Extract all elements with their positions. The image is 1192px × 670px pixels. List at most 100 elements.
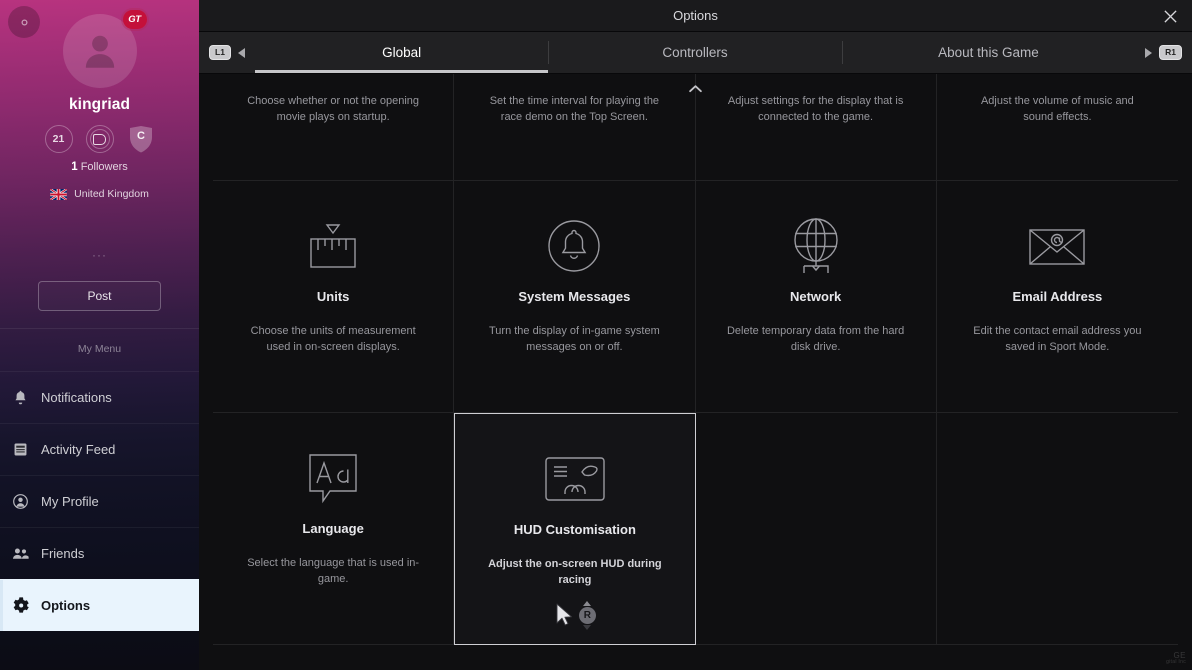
country-label: United Kingdom: [74, 188, 149, 200]
tile-description: Adjust settings for the display that is …: [727, 95, 904, 123]
tile-title: HUD Customisation: [513, 522, 636, 537]
tile-description: Choose whether or not the opening movie …: [247, 95, 420, 123]
tile-display-settings[interactable]: Adjust settings for the display that is …: [695, 74, 937, 181]
avatar-wrap: GT: [0, 10, 199, 88]
hud-screen-icon: [543, 440, 607, 518]
left-shoulder-hint[interactable]: L1: [199, 32, 255, 73]
tab-controllers[interactable]: Controllers: [548, 32, 841, 73]
tile-description: Select the language that is used in-game…: [247, 557, 420, 585]
followers-label: Followers: [80, 161, 128, 173]
feed-icon: [12, 441, 29, 458]
sidebar: GT kingriad 21 C 1 Followers United King…: [0, 0, 199, 670]
bell-circle-glyph: [548, 220, 601, 272]
tile-empty-1: [695, 413, 937, 645]
main-panel: Options L1 Global Controllers About this…: [199, 0, 1192, 670]
followers: 1 Followers: [0, 161, 199, 173]
sidebar-divider: [0, 328, 199, 329]
tile-title: System Messages: [518, 289, 631, 304]
close-icon[interactable]: [1148, 0, 1192, 32]
tile-system-messages[interactable]: System Messages Turn the display of in-g…: [454, 181, 696, 413]
cursor-scroll-hint: R: [554, 600, 596, 630]
sidebar-item-label: My Profile: [41, 494, 99, 509]
sportsmanship-rating-value: C: [137, 130, 145, 142]
tile-title: Units: [316, 289, 350, 304]
tile-race-demo[interactable]: Set the time interval for playing the ra…: [454, 74, 696, 181]
speech-bubble-aa-icon: [302, 439, 364, 517]
next-tab-arrow-icon[interactable]: [1145, 47, 1153, 58]
tile-description: Adjust the on-screen HUD during racing: [488, 558, 662, 586]
friends-icon: [12, 545, 29, 562]
gear-icon: [12, 597, 29, 614]
followers-count: 1: [71, 161, 78, 173]
speech-bubble-aa-glyph: [309, 454, 357, 504]
prev-tab-arrow-icon[interactable]: [237, 47, 245, 58]
options-grid-area: Choose whether or not the opening movie …: [199, 74, 1192, 670]
tile-title: Language: [302, 521, 364, 536]
bell-icon: [12, 389, 29, 406]
avatar[interactable]: GT: [62, 10, 147, 88]
ruler-glyph: [310, 224, 356, 268]
tile-hud-customisation[interactable]: HUD Customisation Adjust the on-screen H…: [454, 413, 696, 645]
tile-language[interactable]: Language Select the language that is use…: [213, 413, 455, 645]
sidebar-item-activity-feed[interactable]: Activity Feed: [0, 423, 199, 475]
r-stick-label: R: [578, 606, 596, 624]
globe-network-glyph: [793, 218, 838, 273]
tile-description: Adjust the volume of music and sound eff…: [980, 95, 1134, 123]
sidebar-item-label: Activity Feed: [41, 442, 116, 457]
options-screen: GT kingriad 21 C 1 Followers United King…: [0, 0, 1192, 670]
tile-units[interactable]: Units Choose the units of measurement us…: [213, 181, 455, 413]
tab-global[interactable]: Global: [254, 32, 549, 73]
tabs: Global Controllers About this Game: [254, 32, 1135, 73]
hud-screen-glyph: [545, 457, 605, 501]
options-grid: Choose whether or not the opening movie …: [213, 74, 1178, 670]
more-dots[interactable]: ···: [0, 248, 199, 262]
envelope-at-icon: [1026, 207, 1088, 285]
sidebar-item-notifications[interactable]: Notifications: [0, 371, 199, 423]
profile-icon: [12, 493, 29, 510]
sidebar-item-my-profile[interactable]: My Profile: [0, 475, 199, 527]
scroll-wheel-indicator[interactable]: R: [578, 600, 596, 630]
level-badge-value: 21: [52, 133, 65, 145]
tile-description: Set the time interval for playing the ra…: [489, 95, 660, 123]
tabbar: L1 Global Controllers About this Game R1: [199, 32, 1192, 74]
uk-flag-icon: [50, 188, 68, 200]
tab-label: About this Game: [938, 45, 1039, 60]
scroll-up-caret-icon: [583, 600, 592, 606]
sidebar-item-friends[interactable]: Friends: [0, 527, 199, 579]
sportsmanship-rating-badge[interactable]: C: [127, 124, 155, 154]
tile-description: Edit the contact email address you saved…: [973, 325, 1142, 353]
bell-circle-icon: [545, 207, 603, 285]
sidebar-item-options[interactable]: Options: [0, 579, 199, 631]
tile-email-address[interactable]: Email Address Edit the contact email add…: [936, 181, 1178, 413]
sidebar-nav: Notifications Activity Feed My Profile F…: [0, 371, 199, 631]
mouse-cursor-icon: [556, 603, 572, 626]
tile-description: Delete temporary data from the hard disk…: [726, 325, 905, 353]
tile-empty-2: [936, 413, 1178, 645]
tile-description: Choose the units of measurement used in …: [250, 325, 416, 353]
tile-description: Turn the display of in-game system messa…: [488, 325, 660, 353]
close-glyph: [1163, 9, 1177, 23]
driver-rating-glyph: [93, 133, 106, 145]
tile-volume-settings[interactable]: Adjust the volume of music and sound eff…: [936, 74, 1178, 181]
level-badge[interactable]: 21: [44, 125, 73, 153]
username: kingriad: [68, 96, 131, 113]
sidebar-item-label: Options: [41, 598, 91, 613]
tile-title: Email Address: [1012, 289, 1103, 304]
l1-button-icon: L1: [209, 45, 231, 60]
tile-opening-movie[interactable]: Choose whether or not the opening movie …: [213, 74, 455, 181]
country: United Kingdom: [0, 188, 199, 200]
globe-network-icon: [787, 207, 845, 285]
tab-label: Global: [382, 45, 422, 60]
gt-badge: GT: [122, 10, 147, 29]
ruler-icon: [305, 207, 361, 285]
post-button[interactable]: Post: [38, 281, 161, 311]
rating-badges: 21 C: [0, 124, 199, 154]
sidebar-item-label: Notifications: [41, 390, 112, 405]
driver-rating-badge[interactable]: [85, 125, 114, 153]
sidebar-item-label: Friends: [41, 546, 85, 561]
tab-about-this-game[interactable]: About this Game: [841, 32, 1135, 73]
tile-network[interactable]: Network Delete temporary data from the h…: [695, 181, 937, 413]
person-avatar-icon: [85, 35, 114, 68]
tile-title: Network: [789, 289, 842, 304]
right-shoulder-hint[interactable]: R1: [1135, 32, 1192, 73]
